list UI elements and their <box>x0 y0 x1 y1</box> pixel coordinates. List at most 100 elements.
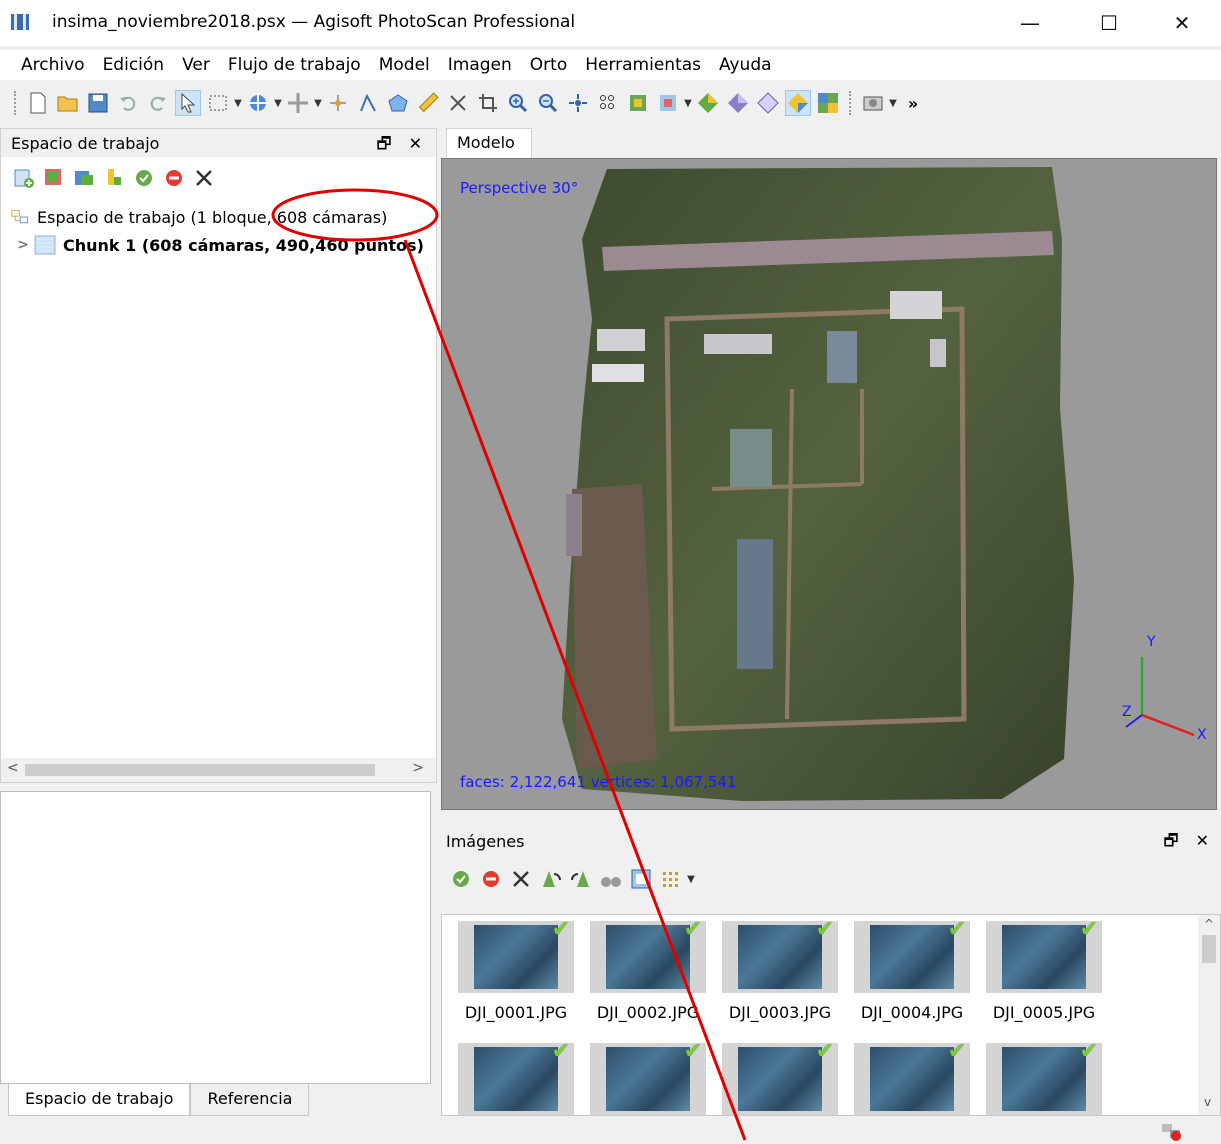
mesh-stats-label: faces: 2,122,641 vertices: 1,067,541 <box>460 773 737 791</box>
camera-view-icon[interactable] <box>628 866 654 892</box>
maximize-button[interactable]: ☐ <box>1085 8 1133 38</box>
image-thumbnail[interactable]: ✔ DJI_0003.JPG <box>722 917 838 1031</box>
tree-item-workspace[interactable]: Espacio de trabajo (1 bloque, 608 cámara… <box>1 203 436 231</box>
toolbar-overflow-button[interactable]: » <box>900 90 926 116</box>
scroll-down-icon[interactable]: v <box>1204 1095 1211 1109</box>
menu-edicion[interactable]: Edición <box>94 50 174 80</box>
zoom-in-icon[interactable] <box>505 90 531 116</box>
building <box>592 364 644 382</box>
point-cloud-icon[interactable] <box>595 90 621 116</box>
scrollbar-thumb[interactable] <box>25 764 375 776</box>
tree-item-label: Chunk 1 (608 cámaras, 490,460 puntos) <box>63 235 424 255</box>
menu-model[interactable]: Model <box>370 50 439 80</box>
dense-cloud-classes-icon[interactable] <box>655 90 681 116</box>
chevron-down-icon[interactable]: ▼ <box>273 98 283 109</box>
expand-icon[interactable]: > <box>13 237 33 253</box>
aerial-photo <box>738 1047 822 1111</box>
panel-float-close-buttons[interactable]: 🗗 ✕ <box>376 133 428 160</box>
image-thumbnail[interactable]: ✔ <box>722 1039 838 1115</box>
menu-archivo[interactable]: Archivo <box>12 50 94 80</box>
remove-icon[interactable] <box>508 866 534 892</box>
move-region-icon[interactable] <box>285 90 311 116</box>
tab-referencia[interactable]: Referencia <box>190 1084 310 1116</box>
tab-modelo[interactable]: Modelo <box>446 128 532 158</box>
import-icon[interactable] <box>101 165 127 191</box>
marker-icon[interactable] <box>325 90 351 116</box>
vertical-scrollbar[interactable]: ^ v <box>1198 915 1220 1115</box>
model-wireframe-icon[interactable] <box>755 90 781 116</box>
scroll-right-icon[interactable]: > <box>412 760 424 776</box>
rectangle-selection-icon[interactable] <box>205 90 231 116</box>
zoom-out-icon[interactable] <box>535 90 561 116</box>
move-object-icon[interactable] <box>245 90 271 116</box>
reset-view-icon[interactable] <box>565 90 591 116</box>
status-bar <box>0 1118 1221 1144</box>
workspace-title: Espacio de trabajo <box>11 133 160 153</box>
shape-icon[interactable] <box>385 90 411 116</box>
rotate-left-icon[interactable] <box>568 866 594 892</box>
open-folder-icon[interactable] <box>55 90 81 116</box>
scrollbar-thumb[interactable] <box>1202 935 1216 963</box>
add-folder-icon[interactable] <box>71 165 97 191</box>
minimize-button[interactable]: — <box>1006 8 1054 38</box>
menu-herramientas[interactable]: Herramientas <box>576 50 710 80</box>
image-thumbnail[interactable]: ✔ DJI_0004.JPG <box>854 917 970 1031</box>
thumbnail-grid-icon[interactable] <box>658 866 684 892</box>
image-thumbnail[interactable]: ✔ <box>458 1039 574 1115</box>
image-thumbnail[interactable]: ✔ DJI_0005.JPG <box>986 917 1102 1031</box>
workspace-panel: Espacio de trabajo 🗗 ✕ Espacio de trabaj… <box>0 128 437 783</box>
undo-icon[interactable] <box>115 90 141 116</box>
close-button[interactable]: ✕ <box>1158 8 1206 38</box>
model-viewport[interactable]: Perspective 30° faces: 2,122,641 vertice… <box>441 158 1217 810</box>
new-icon[interactable] <box>25 90 51 116</box>
crop-icon[interactable] <box>475 90 501 116</box>
remove-icon[interactable] <box>191 165 217 191</box>
save-icon[interactable] <box>85 90 111 116</box>
menu-imagen[interactable]: Imagen <box>439 50 521 80</box>
horizontal-scrollbar[interactable]: < > <box>1 758 436 782</box>
scroll-left-icon[interactable]: < <box>7 760 19 776</box>
image-name: DJI_0005.JPG <box>992 1003 1096 1022</box>
chevron-down-icon[interactable]: ▼ <box>233 98 243 109</box>
title-bar: insima_noviembre2018.psx — Agisoft Photo… <box>0 0 1221 46</box>
chevron-down-icon[interactable]: ▼ <box>888 98 898 109</box>
image-thumbnail[interactable]: ✔ <box>854 1039 970 1115</box>
redo-icon[interactable] <box>145 90 171 116</box>
aligned-check-icon: ✔ <box>815 1039 834 1064</box>
model-solid-icon[interactable] <box>725 90 751 116</box>
dense-cloud-icon[interactable] <box>625 90 651 116</box>
camera-icon[interactable] <box>860 90 886 116</box>
menu-ver[interactable]: Ver <box>173 50 219 80</box>
image-thumbnail[interactable]: ✔ <box>590 1039 706 1115</box>
image-thumbnail[interactable]: ✔ DJI_0001.JPG <box>458 917 574 1031</box>
building <box>566 494 582 556</box>
disable-icon[interactable] <box>161 165 187 191</box>
menu-ayuda[interactable]: Ayuda <box>710 50 781 80</box>
binoculars-icon[interactable] <box>598 866 624 892</box>
image-thumbnail[interactable]: ✔ <box>986 1039 1102 1115</box>
delete-selection-icon[interactable] <box>445 90 471 116</box>
model-shaded-icon[interactable] <box>695 90 721 116</box>
tree-item-chunk[interactable]: > Chunk 1 (608 cámaras, 490,460 puntos) <box>1 231 436 259</box>
navigation-icon[interactable] <box>175 90 201 116</box>
tab-espacio-de-trabajo[interactable]: Espacio de trabajo <box>8 1084 191 1116</box>
ruler-icon[interactable] <box>355 90 381 116</box>
add-chunk-icon[interactable] <box>11 165 37 191</box>
disable-icon[interactable] <box>478 866 504 892</box>
menu-orto[interactable]: Orto <box>521 50 576 80</box>
menu-flujo-de-trabajo[interactable]: Flujo de trabajo <box>219 50 370 80</box>
enable-icon[interactable] <box>448 866 474 892</box>
enable-icon[interactable] <box>131 165 157 191</box>
tiled-model-icon[interactable] <box>815 90 841 116</box>
chevron-down-icon[interactable]: ▼ <box>313 98 323 109</box>
chevron-down-icon[interactable]: ▼ <box>683 98 693 109</box>
model-textured-icon[interactable] <box>785 90 811 116</box>
chevron-down-icon[interactable]: ▼ <box>686 874 696 885</box>
ruler-measure-icon[interactable] <box>415 90 441 116</box>
rotate-right-icon[interactable] <box>538 866 564 892</box>
scroll-up-icon[interactable]: ^ <box>1204 917 1214 931</box>
add-photos-icon[interactable] <box>41 165 67 191</box>
image-thumbnail[interactable]: ✔ DJI_0002.JPG <box>590 917 706 1031</box>
panel-float-close-buttons[interactable]: 🗗 ✕ <box>1163 830 1215 857</box>
images-toolbar: ▼ <box>446 866 696 892</box>
